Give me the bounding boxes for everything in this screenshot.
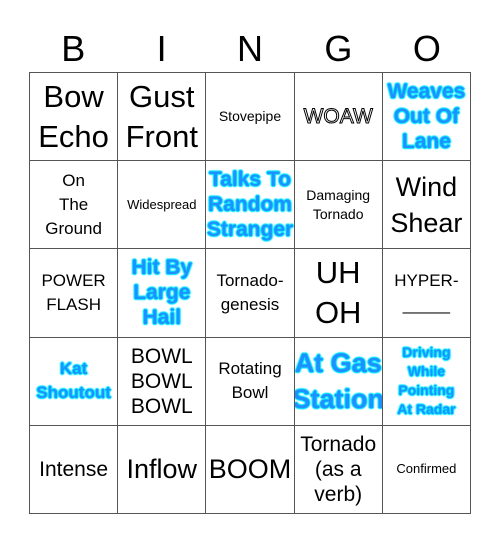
bingo-cell-label: Damaging Tornado (306, 186, 371, 222)
bingo-cell[interactable]: On The Ground (30, 161, 119, 250)
bingo-cell-label: BOWL BOWL BOWL (130, 344, 193, 418)
bingo-cell[interactable]: Bow Echo (30, 73, 119, 162)
bingo-cell[interactable]: Intense (30, 425, 119, 514)
bingo-cell[interactable]: Stovepipe (206, 73, 295, 162)
bingo-cell[interactable]: Kat Shoutout (30, 337, 119, 426)
bingo-cell-label: Inflow (126, 454, 198, 485)
header-letter-i: I (156, 28, 167, 69)
bingo-cell-label: Widespread (127, 196, 197, 212)
bingo-header: B I N G O (29, 26, 471, 72)
bingo-cell[interactable]: Rotating Bowl (206, 337, 295, 426)
bingo-cell[interactable]: Widespread (118, 161, 207, 250)
bingo-cell[interactable]: POWER FLASH (30, 249, 119, 338)
bingo-cell-label: WOAW (303, 104, 373, 128)
bingo-cell-label: On The Ground (45, 170, 102, 238)
bingo-cell[interactable]: Driving While Pointing At Radar (382, 337, 471, 426)
bingo-cell[interactable]: HYPER- _____ (382, 249, 471, 338)
bingo-cell[interactable]: Talks To Random Stranger (206, 161, 295, 250)
bingo-cell[interactable]: Confirmed (382, 425, 471, 514)
header-letter-g: G (324, 28, 353, 69)
bingo-cell-label: POWER FLASH (41, 270, 106, 314)
bingo-cell[interactable]: Inflow (118, 425, 207, 514)
bingo-cell-label: Driving While Pointing At Radar (397, 344, 456, 418)
bingo-cell[interactable]: BOOM (206, 425, 295, 514)
bingo-cell-label: Wind Shear (390, 171, 463, 238)
bingo-cell-label: Kat Shoutout (36, 359, 111, 403)
bingo-cell[interactable]: Tornado (as a verb) (294, 425, 383, 514)
header-letter-o: O (412, 28, 441, 69)
bingo-cell[interactable]: At Gas Station (294, 337, 383, 426)
bingo-cell[interactable]: Tornado- genesis (206, 249, 295, 338)
header-letter-b: B (61, 28, 86, 69)
bingo-cell-label: Tornado- genesis (216, 270, 284, 314)
bingo-cell[interactable]: Weaves Out Of Lane (382, 73, 471, 162)
bingo-cell[interactable]: WOAW (294, 73, 383, 162)
bingo-card-grid: Bow Echo Gust Front Stovepipe WOAW Weaves Ou… (29, 72, 471, 514)
bingo-cell-label: At Gas Station (294, 348, 383, 415)
bingo-cell-label: Bow Echo (38, 78, 109, 154)
bingo-cell[interactable]: Wind Shear (382, 161, 471, 250)
bingo-cell[interactable]: BOWL BOWL BOWL (118, 337, 207, 426)
header-letter-n: N (237, 28, 264, 69)
bingo-cell-label: Gust Front (125, 78, 198, 154)
bingo-cell-label: UH OH (314, 254, 362, 330)
bingo-cell-label: Intense (39, 457, 109, 481)
bingo-cell[interactable]: Hit By Large Hail (118, 249, 207, 338)
bingo-cell-label: Talks To Random Stranger (206, 168, 294, 242)
bingo-cell-label: BOOM (208, 454, 292, 485)
bingo-cell-label: Stovepipe (218, 108, 282, 125)
bingo-cell-label: HYPER- _____ (394, 270, 459, 314)
bingo-cell-label: Rotating Bowl (218, 359, 282, 403)
bingo-cell[interactable]: UH OH (294, 249, 383, 338)
bingo-cell[interactable]: Damaging Tornado (294, 161, 383, 250)
bingo-cell-label: Weaves Out Of Lane (387, 80, 466, 154)
bingo-cell-label: Confirmed (396, 461, 457, 477)
bingo-cell[interactable]: Gust Front (118, 73, 207, 162)
bingo-cell-label: Hit By Large Hail (131, 256, 193, 330)
bingo-cell-label: Tornado (as a verb) (300, 432, 377, 506)
